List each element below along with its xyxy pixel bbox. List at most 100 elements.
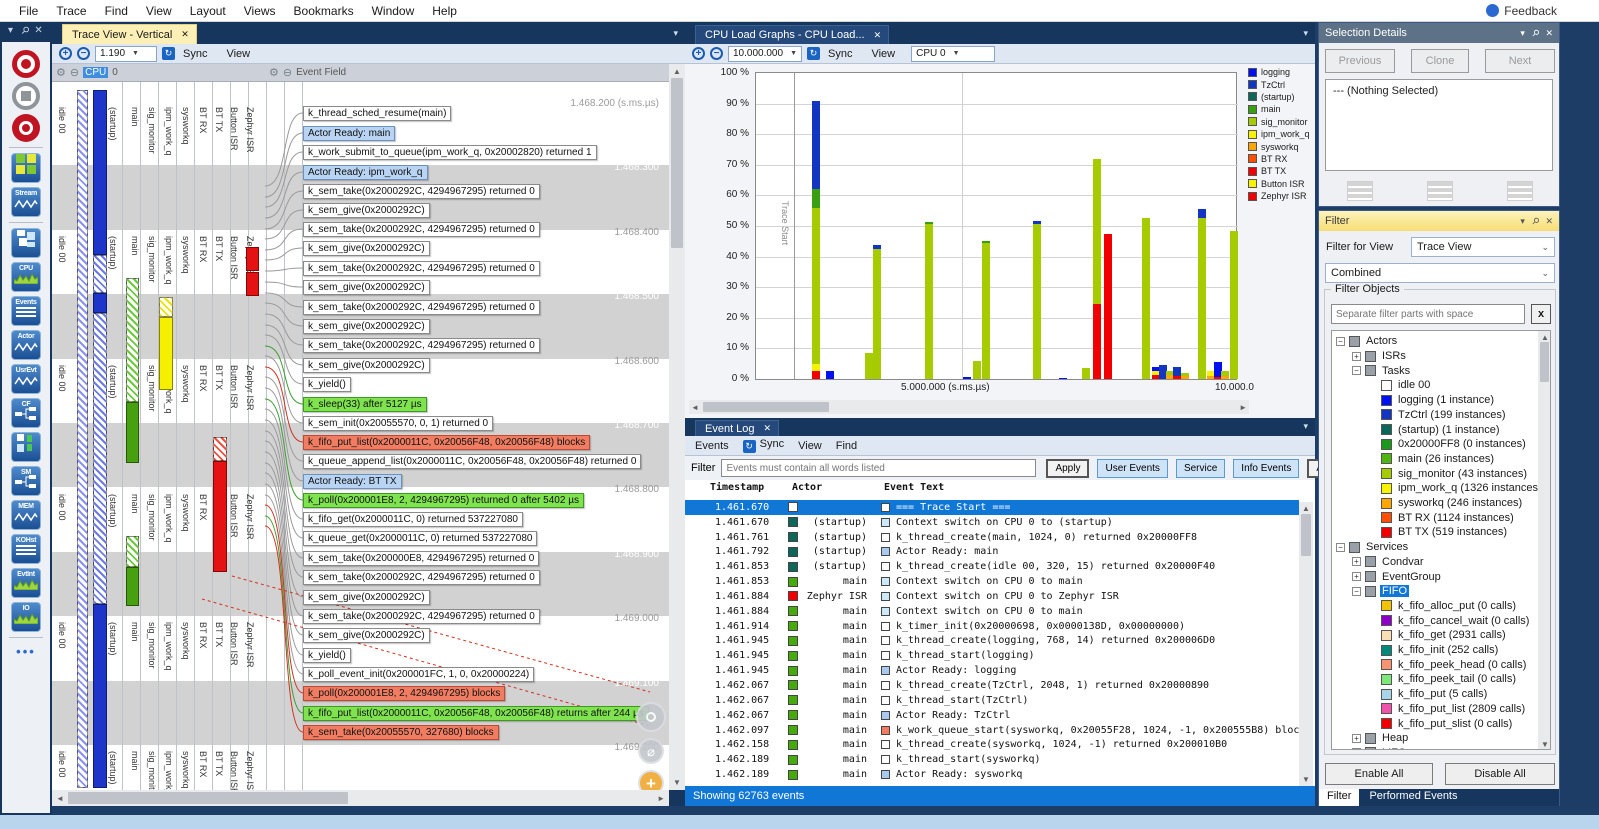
- event-intensity-icon[interactable]: EvtInt: [11, 568, 41, 598]
- tree-item-Condvar[interactable]: +Condvar: [1332, 555, 1551, 570]
- trace-event[interactable]: k_sem_take(0x2000292C, 4294967295) retur…: [303, 300, 540, 315]
- trace-event[interactable]: k_sem_take(0x2000292C, 4294967295) retur…: [303, 338, 540, 353]
- expand-icon[interactable]: +: [1352, 557, 1361, 566]
- interval-combo[interactable]: 10.000.000 ▼: [728, 46, 802, 62]
- io-plot-icon[interactable]: IO: [11, 602, 41, 632]
- filter-mode-select[interactable]: Combined ⌄: [1325, 263, 1555, 283]
- close-icon[interactable]: ✕: [1545, 216, 1553, 227]
- menu-trace[interactable]: Trace: [47, 1, 95, 21]
- zoom-out-icon[interactable]: −: [710, 47, 723, 60]
- scroll-down-icon[interactable]: ▼: [1541, 740, 1549, 749]
- menu-views[interactable]: Views: [235, 1, 285, 21]
- tab-cpu-load-graphs[interactable]: CPU Load Graphs - CPU Load... ✕: [695, 25, 889, 44]
- log-row[interactable]: 1.461.914maink_timer_init(0x20000698, 0x…: [685, 619, 1299, 634]
- log-row[interactable]: 1.462.158maink_thread_create(sysworkq, 1…: [685, 737, 1299, 752]
- event-filter-input[interactable]: [721, 459, 1036, 477]
- log-column-header[interactable]: Event Text: [884, 482, 944, 493]
- tree-item-TzCtrl[interactable]: TzCtrl (199 instances): [1332, 408, 1551, 423]
- trace-event[interactable]: k_sem_give(0x2000292C): [303, 319, 430, 334]
- pin-icon[interactable]: ⚲: [16, 24, 31, 39]
- tree-item-k_fifo_cancel_wait[interactable]: k_fifo_cancel_wait (0 calls): [1332, 613, 1551, 628]
- log-row[interactable]: 1.461.853mainContext switch on CPU 0 to …: [685, 574, 1299, 589]
- log-row[interactable]: 1.461.792(startup)Actor Ready: main: [685, 545, 1299, 560]
- trace-event[interactable]: k_sem_take(0x2000292C, 4294967295) retur…: [303, 570, 540, 585]
- info-events-button[interactable]: Info Events: [1233, 459, 1299, 478]
- log-row[interactable]: 1.461.945maink_thread_start(logging): [685, 648, 1299, 663]
- trace-event[interactable]: k_sem_take(0x2000292C, 4294967295) retur…: [303, 609, 540, 624]
- log-row[interactable]: 1.462.097maink_work_queue_start(sysworkq…: [685, 723, 1299, 738]
- trace-event[interactable]: k_fifo_put_list(0x2000011C, 0x20056F48, …: [303, 435, 590, 450]
- collapse-icon[interactable]: ⊖: [283, 66, 292, 79]
- gear-icon[interactable]: ⚙: [56, 66, 66, 79]
- nav-wheel-button[interactable]: [636, 702, 666, 732]
- scroll-down-icon[interactable]: ▼: [1302, 775, 1310, 784]
- tree-item-k_fifo_put_slist[interactable]: k_fifo_put_slist (0 calls): [1332, 716, 1551, 731]
- menu-layout[interactable]: Layout: [181, 1, 235, 21]
- tree-item-Services[interactable]: −Services: [1332, 540, 1551, 555]
- tree-item-BT[interactable]: BT TX (519 instances): [1332, 525, 1551, 540]
- trace-event[interactable]: k_thread_sched_resume(main): [303, 106, 451, 121]
- tab-filter[interactable]: Filter: [1319, 789, 1359, 806]
- scroll-thumb[interactable]: [1301, 514, 1311, 556]
- trace-event[interactable]: k_poll(0x200001E8, 2, 4294967295) return…: [303, 493, 584, 508]
- log-menu-events[interactable]: Events: [695, 440, 729, 452]
- scroll-thumb[interactable]: [703, 402, 829, 412]
- zoom-in-icon[interactable]: +: [59, 47, 72, 60]
- actor-graph-icon[interactable]: Actor: [11, 330, 41, 360]
- tree-vscrollbar[interactable]: ▲▼: [1538, 331, 1551, 750]
- trace-event[interactable]: k_fifo_get(0x2000011C, 0) returned 53722…: [303, 512, 523, 527]
- trace-event[interactable]: Actor Ready: main: [303, 126, 395, 141]
- tree-item-idle[interactable]: idle 00: [1332, 378, 1551, 393]
- trace-event[interactable]: k_queue_append_list(0x2000011C, 0x20056F…: [303, 454, 641, 469]
- next-button[interactable]: Next: [1485, 49, 1555, 73]
- menu-help[interactable]: Help: [423, 1, 466, 21]
- close-icon[interactable]: ✕: [874, 30, 882, 41]
- chevron-down-icon[interactable]: ▾: [1303, 28, 1308, 39]
- trace-view-icon[interactable]: [11, 228, 41, 258]
- scroll-up-icon[interactable]: ▲: [1541, 333, 1549, 342]
- pin-icon[interactable]: ⚲: [1529, 215, 1541, 227]
- trace-view-canvas[interactable]: ⚙⊖CPU0⚙⊖Event Fieldidle 00(startup)mains…: [52, 64, 669, 790]
- timeline-details-icon[interactable]: [1427, 181, 1453, 201]
- log-row[interactable]: 1.462.067maink_thread_start(TzCtrl): [685, 693, 1299, 708]
- trace-event[interactable]: k_sleep(33) after 5127 µs: [303, 397, 427, 412]
- log-row[interactable]: 1.461.761(startup)k_thread_create(main, …: [685, 530, 1299, 545]
- trace-event[interactable]: k_sem_take(0x2000292C, 4294967295) retur…: [303, 222, 540, 237]
- log-menu-find[interactable]: Find: [836, 440, 857, 452]
- log-row[interactable]: 1.461.884Zephyr ISRContext switch on CPU…: [685, 589, 1299, 604]
- trace-event[interactable]: k_yield(): [303, 648, 351, 663]
- chart-hscrollbar[interactable]: ◄ ►: [689, 400, 1249, 414]
- log-row[interactable]: 1.462.189maink_thread_start(sysworkq): [685, 752, 1299, 767]
- menu-find[interactable]: Find: [96, 1, 137, 21]
- scroll-right-icon[interactable]: ►: [1239, 403, 1247, 412]
- trace-event[interactable]: k_poll_event_init(0x200001FC, 1, 0, 0x20…: [303, 667, 534, 682]
- previous-button[interactable]: Previous: [1325, 49, 1395, 73]
- tree-item-Heap[interactable]: +Heap: [1332, 731, 1551, 746]
- expand-icon[interactable]: −: [1352, 366, 1361, 375]
- trace-event[interactable]: k_sem_init(0x20055570, 0, 1) returned 0: [303, 416, 493, 431]
- log-row[interactable]: 1.461.853(startup)k_thread_create(idle 0…: [685, 559, 1299, 574]
- scroll-left-icon[interactable]: ◄: [56, 794, 64, 803]
- tree-item-k_fifo_get[interactable]: k_fifo_get (2931 calls): [1332, 628, 1551, 643]
- communication-flow-icon[interactable]: CF: [11, 398, 41, 428]
- trace-blocks-icon[interactable]: [11, 432, 41, 462]
- cpu-select[interactable]: CPU 0 ▼: [911, 46, 995, 62]
- cpu-load-graph-icon[interactable]: CPU: [11, 262, 41, 292]
- close-icon[interactable]: ✕: [181, 29, 189, 40]
- filter-search-input[interactable]: [1331, 304, 1525, 324]
- tree-item-k_fifo_put_list[interactable]: k_fifo_put_list (2809 calls): [1332, 702, 1551, 717]
- clone-button[interactable]: Clone: [1411, 49, 1469, 73]
- tree-item-k_fifo_peek_head[interactable]: k_fifo_peek_head (0 calls): [1332, 657, 1551, 672]
- tree-item-k_fifo_alloc_put[interactable]: k_fifo_alloc_put (0 calls): [1332, 599, 1551, 614]
- scroll-up-icon[interactable]: ▲: [673, 67, 681, 76]
- log-row[interactable]: 1.461.945maink_thread_create(logging, 76…: [685, 634, 1299, 649]
- chevron-down-icon[interactable]: ▾: [1303, 421, 1308, 432]
- menu-file[interactable]: File: [10, 1, 47, 21]
- tree-item-k_fifo_init[interactable]: k_fifo_init (252 calls): [1332, 643, 1551, 658]
- tree-item-ipm_work_q[interactable]: ipm_work_q (1326 instances): [1332, 481, 1551, 496]
- chevron-down-icon[interactable]: ▾: [1520, 28, 1525, 39]
- log-row[interactable]: 1.462.067mainActor Ready: TzCtrl: [685, 708, 1299, 723]
- trace-hscrollbar[interactable]: ◄ ►: [52, 790, 669, 806]
- trace-event[interactable]: k_work_submit_to_queue(ipm_work_q, 0x200…: [303, 145, 597, 160]
- close-icon[interactable]: ✕: [1545, 28, 1553, 39]
